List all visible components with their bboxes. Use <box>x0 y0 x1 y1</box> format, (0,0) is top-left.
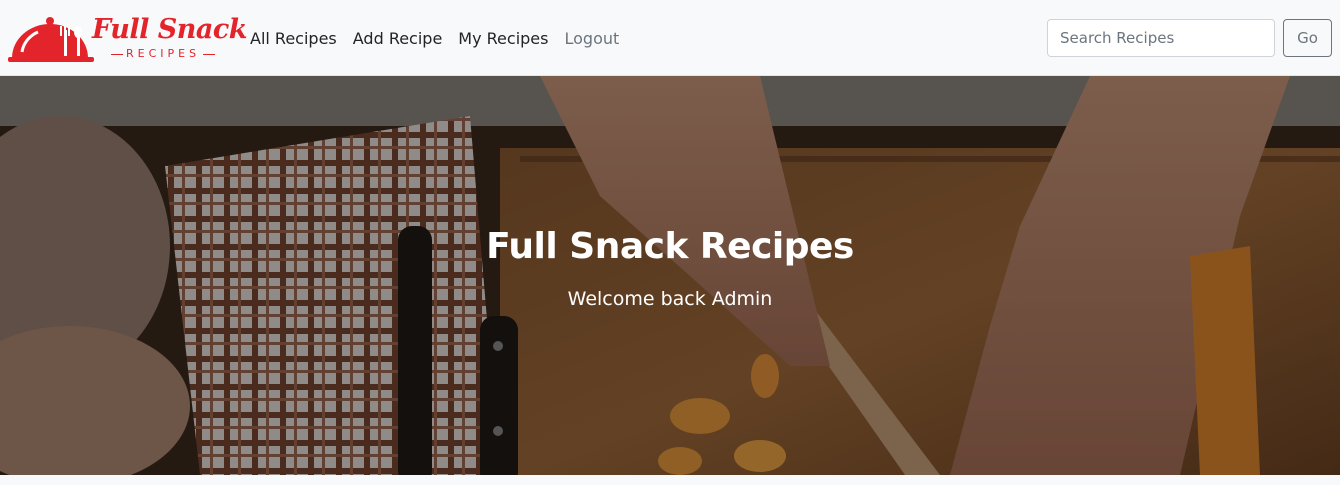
page-bottom-strip <box>0 475 1340 485</box>
hero-title: Full Snack Recipes <box>486 226 854 267</box>
brand-subtitle: RECIPES <box>108 47 218 60</box>
cloche-cutlery-icon <box>8 17 94 62</box>
search-go-button[interactable]: Go <box>1283 19 1332 57</box>
search-input[interactable] <box>1047 19 1275 57</box>
brand-logo[interactable]: Full Snack RECIPES <box>8 12 248 64</box>
navbar: Full Snack RECIPES All Recipes Add Recip… <box>0 0 1340 76</box>
brand-title: Full Snack <box>92 14 248 45</box>
nav-link-logout[interactable]: Logout <box>564 29 619 48</box>
hero-subtitle: Welcome back Admin <box>567 288 773 310</box>
nav-links: All Recipes Add Recipe My Recipes Logout <box>250 0 635 76</box>
nav-link-all-recipes[interactable]: All Recipes <box>250 29 337 48</box>
nav-link-add-recipe[interactable]: Add Recipe <box>353 29 443 48</box>
hero-overlay <box>0 76 1340 475</box>
hero-banner: Full Snack Recipes Welcome back Admin <box>0 76 1340 475</box>
nav-link-my-recipes[interactable]: My Recipes <box>458 29 548 48</box>
